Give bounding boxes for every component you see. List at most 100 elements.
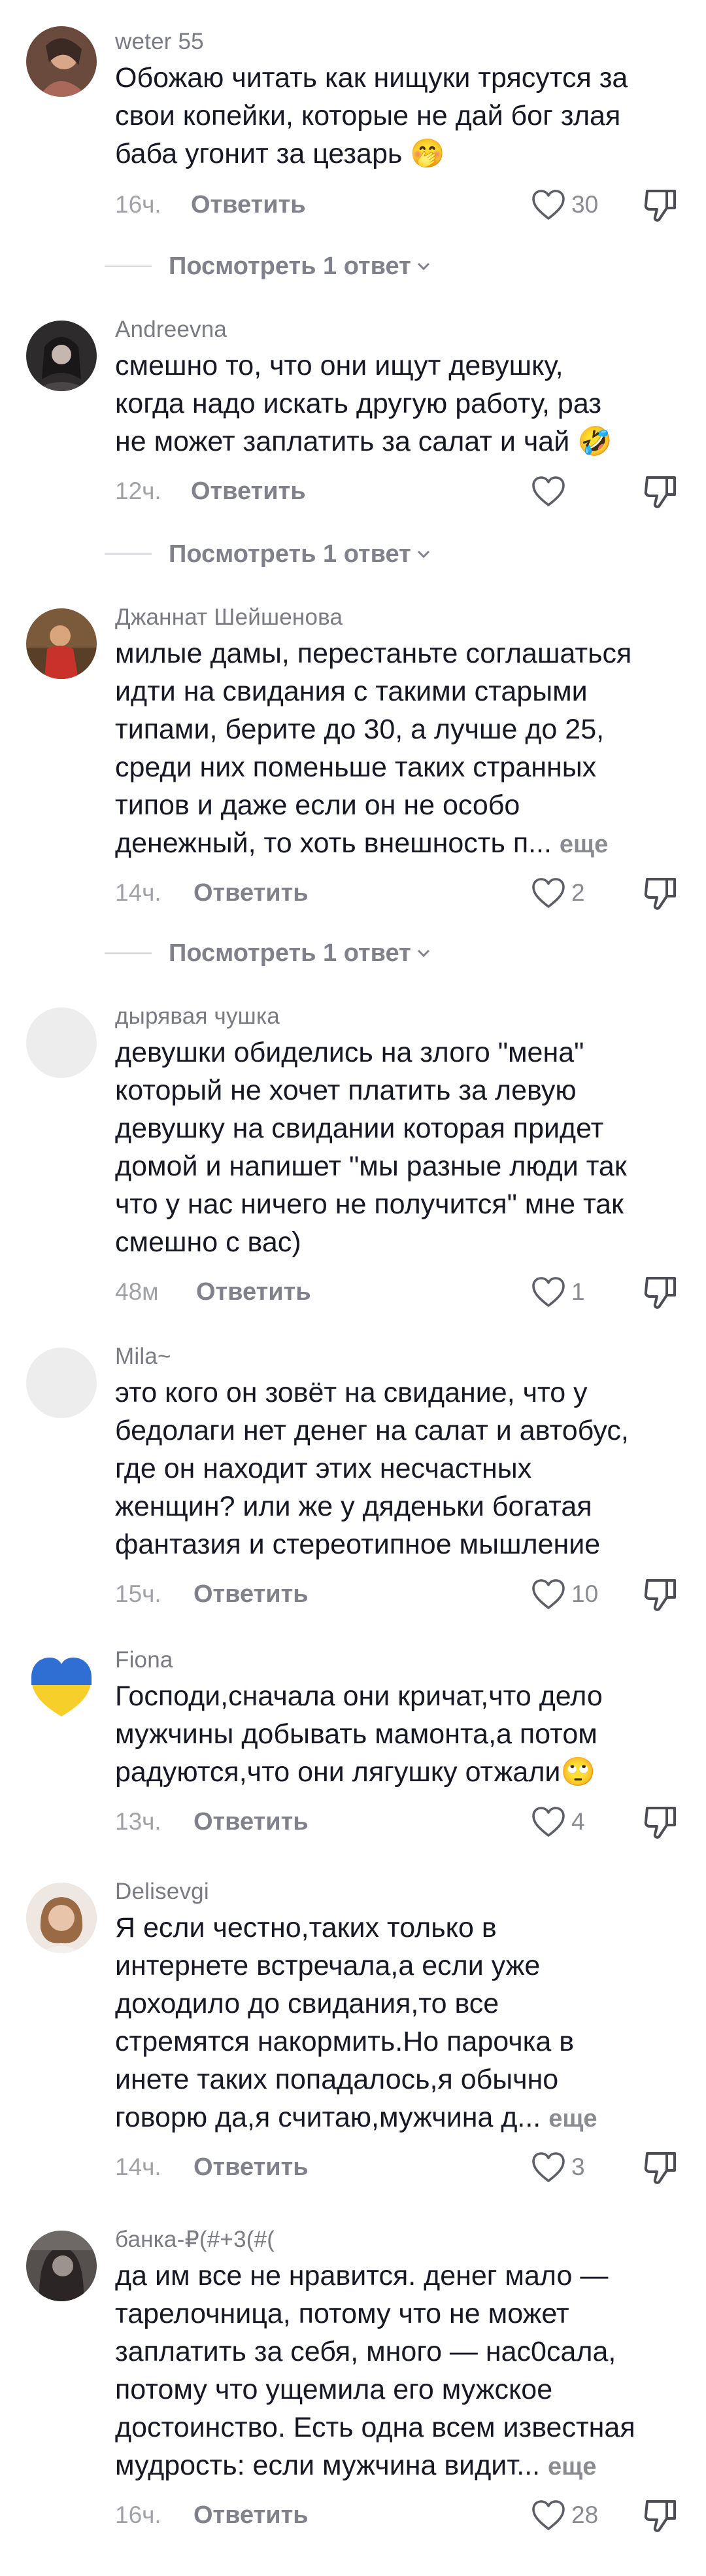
dislike-button[interactable]: [642, 1575, 680, 1613]
comment-text-line: радуются,что они лягушку отжали🙄: [115, 1756, 596, 1788]
comment-text-line: тарелочница, потому что не может: [115, 2298, 569, 2329]
comment-text: Обожаю читать как нищуки трясутся за сво…: [115, 59, 645, 173]
view-replies-button[interactable]: Посмотреть 1 ответ: [105, 250, 433, 283]
reply-button[interactable]: Ответить: [193, 2501, 309, 2530]
like-button[interactable]: 3: [531, 2148, 585, 2186]
comment-time: 13ч.: [115, 1808, 161, 1835]
like-button[interactable]: 10: [531, 1575, 598, 1613]
like-button[interactable]: [531, 472, 571, 510]
avatar[interactable]: [26, 321, 97, 391]
comment-text-line: не может заплатить за салат и чай 🤣: [115, 426, 613, 457]
like-count: 3: [571, 2153, 585, 2180]
comment-time: 48м: [115, 1278, 159, 1305]
dislike-button[interactable]: [642, 1803, 680, 1841]
reply-button[interactable]: Ответить: [191, 191, 306, 219]
avatar[interactable]: [26, 26, 97, 97]
dislike-button[interactable]: [642, 874, 680, 912]
avatar[interactable]: [26, 608, 97, 679]
view-replies-label: Посмотреть 1 ответ: [169, 252, 411, 280]
avatar[interactable]: [26, 2231, 97, 2301]
comment-text-line: идти на свидания с такими старыми: [115, 676, 588, 707]
thumbs-down-icon: [644, 1807, 676, 1839]
comment-text-line: баба угонит за цезарь 🤭: [115, 138, 445, 169]
comment-username[interactable]: Andreevna: [115, 317, 227, 343]
comment-text-line: свои копейки, которые не дай бог злая: [115, 100, 621, 131]
comment-text-line: милые дамы, перестаньте соглашаться: [115, 638, 632, 669]
comment-username[interactable]: weter 55: [115, 29, 204, 55]
heart-icon: [532, 476, 565, 506]
more-button[interactable]: еще: [548, 2453, 596, 2480]
reply-button[interactable]: Ответить: [193, 879, 309, 907]
reply-button[interactable]: Ответить: [193, 2153, 309, 2182]
like-button[interactable]: 4: [531, 1803, 585, 1841]
like-button[interactable]: 30: [531, 186, 598, 224]
comment-text: милые дамы, перестаньте соглашаться идти…: [115, 635, 645, 863]
chevron-down-icon: [417, 949, 429, 958]
like-button[interactable]: 28: [531, 2496, 598, 2534]
like-button[interactable]: 1: [531, 1273, 585, 1311]
thumbs-down-icon: [644, 2500, 676, 2532]
comment-text-line: мудрость: если мужчина видит... еще: [115, 2446, 645, 2486]
comment-text-line: потому что ущемила его мужское: [115, 2374, 553, 2405]
thumbs-down-icon: [644, 190, 676, 222]
chevron-down-icon: [417, 550, 429, 559]
thumbs-down-icon: [644, 2152, 676, 2184]
thumbs-down-icon: [644, 476, 676, 508]
comment-text-line: который не хочет платить за левую: [115, 1075, 577, 1106]
comment-username[interactable]: Delisevgi: [115, 1879, 209, 1905]
comment-text-line: где он находит этих несчастных: [115, 1453, 532, 1484]
comment-username[interactable]: Джаннат Шейшенова: [115, 604, 343, 631]
view-replies-label: Посмотреть 1 ответ: [169, 939, 411, 967]
divider: [105, 553, 152, 555]
reply-button[interactable]: Ответить: [193, 1808, 309, 1836]
comment-text-line: женщин? или же у дяденьки богатая: [115, 1491, 592, 1522]
comment-text: это кого он зовёт на свидание, что у бед…: [115, 1374, 645, 1563]
avatar[interactable]: [26, 1883, 97, 1953]
thumbs-down-icon: [644, 878, 676, 910]
comment-text-line: смешно с вас): [115, 1227, 301, 1258]
comment-time: 14ч.: [115, 2153, 161, 2180]
comment-text-line: бедолаги нет денег на салат и автобус,: [115, 1415, 629, 1446]
comment-text-line: что у нас ничего не получится" мне так: [115, 1189, 624, 1220]
more-button[interactable]: еще: [560, 831, 608, 858]
view-replies-button[interactable]: Посмотреть 1 ответ: [105, 538, 433, 570]
comment-username[interactable]: Mila~: [115, 1344, 171, 1370]
comment-text: да им все не нравится. денег мало — таре…: [115, 2257, 645, 2486]
dislike-button[interactable]: [642, 1273, 680, 1311]
chevron-down-icon: [417, 262, 429, 271]
dislike-button[interactable]: [642, 2148, 680, 2186]
reply-button[interactable]: Ответить: [193, 1580, 309, 1609]
avatar[interactable]: [26, 1007, 97, 1078]
comment-text-line: домой и напишет "мы разные люди так: [115, 1151, 627, 1182]
comment-text: Господи,сначала они кричат,что дело мужч…: [115, 1677, 645, 1791]
dislike-button[interactable]: [642, 472, 680, 510]
avatar[interactable]: [26, 1348, 97, 1418]
more-button[interactable]: еще: [548, 2105, 597, 2132]
thumbs-down-icon: [644, 1579, 676, 1611]
comment-username[interactable]: Fiona: [115, 1647, 173, 1673]
comment-text: девушки обиделись на злого "мена" которы…: [115, 1034, 645, 1261]
heart-icon: [532, 1807, 565, 1837]
comment-text-line-content: мудрость: если мужчина видит...: [115, 2450, 541, 2481]
view-replies-label: Посмотреть 1 ответ: [169, 540, 411, 568]
comment-text-line: это кого он зовёт на свидание, что у: [115, 1377, 588, 1408]
avatar[interactable]: [26, 1651, 97, 1722]
dislike-button[interactable]: [642, 2496, 680, 2534]
reply-button[interactable]: Ответить: [196, 1278, 311, 1306]
like-button[interactable]: 2: [531, 874, 585, 912]
comment-username[interactable]: банка-₽(#+3(#(: [115, 2227, 275, 2253]
dislike-button[interactable]: [642, 186, 680, 224]
comment-text-line-content: денежный, то хоть внешность п...: [115, 827, 552, 859]
heart-icon: [532, 190, 565, 220]
comment-time: 14ч.: [115, 879, 161, 906]
comment-text-line: девушки обиделись на злого "мена": [115, 1037, 584, 1068]
comment-text-line: интернете встречала,а если уже: [115, 1950, 541, 1981]
comment-time: 16ч.: [115, 2501, 161, 2528]
comment-time: 15ч.: [115, 1580, 161, 1607]
comment-text-line: среди них поменьше таких странных: [115, 752, 597, 783]
view-replies-button[interactable]: Посмотреть 1 ответ: [105, 937, 433, 969]
comment-username[interactable]: дырявая чушка: [115, 1003, 280, 1030]
heart-icon: [532, 1277, 565, 1307]
like-count: 2: [571, 879, 585, 906]
reply-button[interactable]: Ответить: [191, 478, 306, 506]
